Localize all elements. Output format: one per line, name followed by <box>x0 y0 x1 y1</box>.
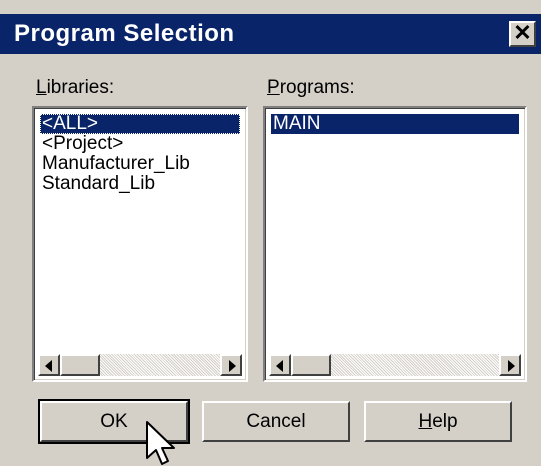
library-item-all[interactable]: <ALL> <box>40 114 240 134</box>
title-bar: Program Selection <box>0 14 541 54</box>
programs-label: Programs: <box>267 77 355 99</box>
arrow-right-icon <box>229 360 236 372</box>
library-item-project[interactable]: <Project> <box>40 134 240 154</box>
close-button[interactable]: ✕ <box>509 21 536 47</box>
arrow-left-icon <box>45 360 52 372</box>
libraries-label: Libraries: <box>36 77 114 99</box>
libraries-listbox[interactable]: <ALL> <Project> Manufacturer_Lib Standar… <box>32 106 248 382</box>
libraries-label-text: ibraries: <box>46 77 115 98</box>
help-mnemonic: H <box>418 410 433 432</box>
help-button-label: Help <box>418 411 457 433</box>
libraries-scroll-thumb[interactable] <box>60 354 100 376</box>
programs-horizontal-scrollbar[interactable] <box>269 354 521 376</box>
close-icon: ✕ <box>513 20 532 45</box>
programs-scroll-left-button[interactable] <box>269 354 291 376</box>
mouse-pointer-icon <box>146 421 175 465</box>
library-item-manufacturer-lib[interactable]: Manufacturer_Lib <box>40 154 240 174</box>
programs-scroll-right-button[interactable] <box>499 354 521 376</box>
libraries-label-mnemonic: L <box>36 77 47 98</box>
libraries-scroll-left-button[interactable] <box>38 354 60 376</box>
program-selection-dialog: Program Selection ✕ Libraries: <ALL> <Pr… <box>0 0 541 466</box>
dialog-title: Program Selection <box>14 20 235 47</box>
cancel-button-label: Cancel <box>246 410 306 432</box>
programs-label-mnemonic: P <box>267 77 280 98</box>
programs-scroll-thumb[interactable] <box>291 354 331 376</box>
help-button[interactable]: Help <box>364 401 512 442</box>
program-item-main[interactable]: MAIN <box>271 114 519 134</box>
cancel-button[interactable]: Cancel <box>202 401 350 442</box>
libraries-scroll-right-button[interactable] <box>220 354 242 376</box>
help-label-text: elp <box>432 410 458 432</box>
ok-button-label: OK <box>100 410 128 432</box>
programs-listbox[interactable]: MAIN <box>263 106 527 382</box>
libraries-horizontal-scrollbar[interactable] <box>38 354 242 376</box>
arrow-left-icon <box>276 360 283 372</box>
arrow-right-icon <box>508 360 515 372</box>
library-item-standard-lib[interactable]: Standard_Lib <box>40 174 240 194</box>
programs-label-text: rograms: <box>279 77 355 98</box>
